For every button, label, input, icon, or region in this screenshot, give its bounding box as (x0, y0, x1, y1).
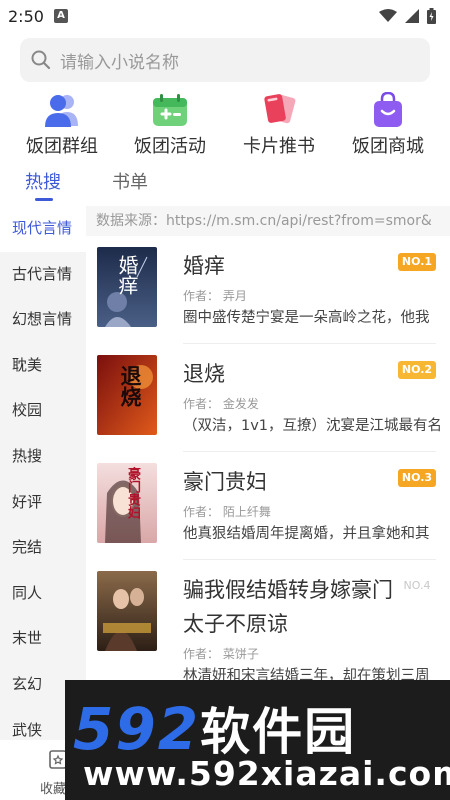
rank-badge: NO.4 (403, 579, 431, 592)
sidebar-item-campus[interactable]: 校园 (0, 388, 86, 434)
book-item[interactable]: 豪门贵妇 豪门贵妇 NO.3 作者： 陌上纤舞 他真狠结婚周年提离婚，并且拿她和… (86, 463, 450, 571)
search-bar[interactable]: 请输入小说名称 (20, 38, 430, 82)
book-cover: 豪门贵妇 (97, 463, 157, 543)
watermark-digits: 592 (73, 695, 201, 763)
book-author: 作者： 弄月 (183, 289, 247, 303)
wifi-icon (379, 9, 397, 22)
book-description: 圈中盛传楚宁宴是一朵高岭之花，他我 (183, 310, 430, 326)
notification-a-icon: A (53, 9, 68, 23)
book-cover-text: 豪门贵妇 (125, 467, 140, 519)
search-icon (31, 50, 51, 70)
group-icon (45, 95, 78, 127)
divider (183, 343, 436, 344)
rank-badge: NO.1 (398, 253, 436, 271)
shortcut-group-label: 饭团群组 (26, 136, 98, 157)
book-cover-text: 婚痒 (115, 255, 139, 295)
sidebar-item-hot[interactable]: 热搜 (0, 434, 86, 480)
shortcut-cards[interactable]: 卡片推书 (224, 92, 334, 158)
book-title: 婚痒 (183, 254, 225, 278)
tab-bar: 热搜 书单 (0, 168, 450, 204)
divider (183, 559, 436, 560)
book-item[interactable]: 婚痒 婚痒 NO.1 作者： 弄月 圈中盛传楚宁宴是一朵高岭之花，他我 (86, 247, 450, 355)
search-input[interactable]: 请输入小说名称 (60, 48, 179, 73)
shortcut-cards-label: 卡片推书 (243, 136, 315, 157)
divider (183, 451, 436, 452)
cell-signal-icon (405, 9, 419, 23)
book-title-line2: 太子不原谅 (183, 612, 288, 636)
book-title: 骗我假结婚转身嫁豪门 (183, 578, 393, 602)
book-cover-text: 退烧 (118, 365, 142, 407)
sidebar-item-ancient-romance[interactable]: 古代言情 (0, 252, 86, 298)
status-bar: 2:50 A (0, 0, 450, 32)
rank-badge: NO.3 (398, 469, 436, 487)
book-description: （双洁，1v1，互撩）沈宴是江城最有名 (183, 418, 443, 434)
book-item[interactable]: 退烧 退烧 NO.2 作者： 金发发 （双洁，1v1，互撩）沈宴是江城最有名 (86, 355, 450, 463)
shortcut-row: 饭团群组 饭团活动 卡片推书 饭团商城 (0, 92, 450, 162)
tab-underline (35, 198, 53, 201)
sidebar-item-modern-romance[interactable]: 现代言情 (0, 206, 86, 252)
book-cover: 退烧 (97, 355, 157, 435)
watermark-overlay: 592软件园 www.592xiazai.com (65, 680, 450, 800)
shortcut-shop[interactable]: 饭团商城 (333, 92, 443, 158)
activity-icon (153, 94, 187, 126)
watermark-url: www.592xiazai.com (83, 754, 450, 793)
tab-hot-search[interactable]: 热搜 (25, 168, 61, 194)
data-source-text: 数据来源：https://m.sm.cn/api/rest?from=smor& (86, 206, 450, 236)
tab-book-list[interactable]: 书单 (112, 168, 148, 194)
sidebar-item-apocalypse[interactable]: 末世 (0, 616, 86, 662)
book-author: 作者： 陌上纤舞 (183, 505, 271, 519)
status-time: 2:50 (8, 6, 44, 26)
battery-icon (427, 8, 436, 24)
shortcut-activity[interactable]: 饭团活动 (115, 92, 225, 158)
sidebar-item-fanfic[interactable]: 同人 (0, 571, 86, 617)
book-description: 他真狠结婚周年提离婚，并且拿她和其 (183, 526, 430, 542)
shortcut-group[interactable]: 饭团群组 (7, 92, 117, 158)
bottom-nav-label[interactable]: 收藏 (40, 778, 66, 797)
book-author: 作者： 金发发 (183, 397, 259, 411)
book-title: 豪门贵妇 (183, 470, 267, 494)
book-title: 退烧 (183, 362, 225, 386)
shortcut-activity-label: 饭团活动 (134, 136, 206, 157)
book-cover: 婚痒 (97, 247, 157, 327)
cards-icon (264, 94, 296, 124)
book-cover (97, 571, 157, 651)
sidebar-item-danmei[interactable]: 耽美 (0, 343, 86, 389)
shop-bag-icon (374, 92, 402, 127)
watermark-brand: 软件园 (200, 703, 357, 761)
sidebar-item-completed[interactable]: 完结 (0, 525, 86, 571)
shortcut-shop-label: 饭团商城 (352, 136, 424, 157)
sidebar-item-fantasy-romance[interactable]: 幻想言情 (0, 297, 86, 343)
sidebar-item-good-review[interactable]: 好评 (0, 480, 86, 526)
book-author: 作者： 菜饼子 (183, 647, 259, 661)
rank-badge: NO.2 (398, 361, 436, 379)
